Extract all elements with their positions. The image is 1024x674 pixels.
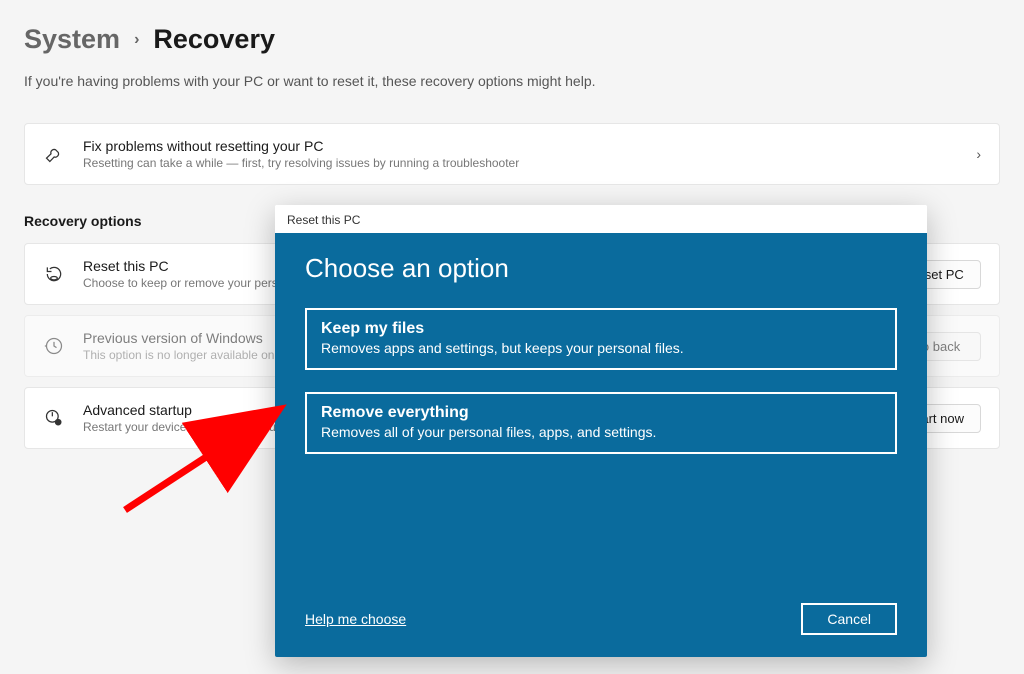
remove-everything-desc: Removes all of your personal files, apps… (321, 424, 881, 440)
power-gear-icon (43, 407, 65, 429)
fix-problems-title: Fix problems without resetting your PC (83, 138, 964, 154)
wrench-icon (43, 143, 65, 165)
keep-my-files-option[interactable]: Keep my files Removes apps and settings,… (305, 308, 897, 370)
reset-icon (43, 263, 65, 285)
breadcrumb-parent[interactable]: System (24, 24, 120, 55)
chevron-right-icon: › (134, 31, 139, 49)
keep-my-files-title: Keep my files (321, 320, 881, 338)
dialog-titlebar: Reset this PC (275, 205, 927, 233)
remove-everything-option[interactable]: Remove everything Removes all of your pe… (305, 392, 897, 454)
fix-problems-card[interactable]: Fix problems without resetting your PC R… (24, 123, 1000, 185)
breadcrumb: System › Recovery (24, 24, 1000, 55)
dialog-heading: Choose an option (305, 253, 897, 284)
chevron-right-icon: › (976, 146, 981, 162)
page-subtitle: If you're having problems with your PC o… (24, 73, 1000, 89)
remove-everything-title: Remove everything (321, 404, 881, 422)
fix-problems-desc: Resetting can take a while — first, try … (83, 156, 964, 170)
history-icon (43, 335, 65, 357)
keep-my-files-desc: Removes apps and settings, but keeps you… (321, 340, 881, 356)
breadcrumb-current: Recovery (153, 24, 275, 55)
cancel-button[interactable]: Cancel (801, 603, 897, 635)
reset-pc-dialog: Reset this PC Choose an option Keep my f… (275, 205, 927, 657)
help-me-choose-link[interactable]: Help me choose (305, 611, 406, 627)
